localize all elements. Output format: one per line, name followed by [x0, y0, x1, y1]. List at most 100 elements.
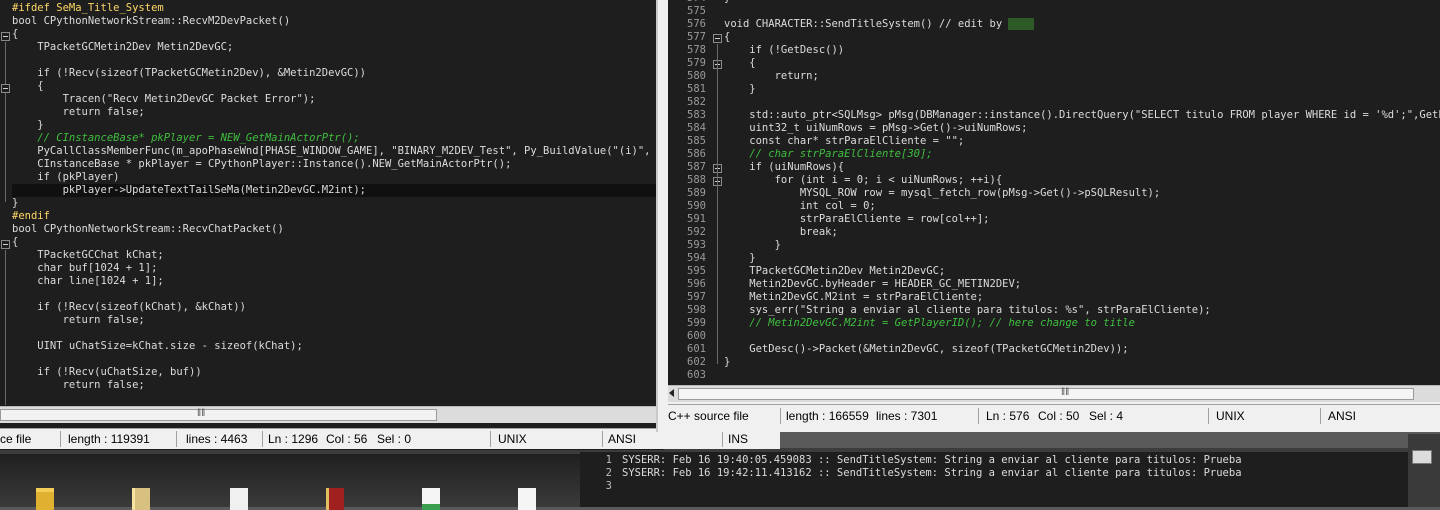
right-scroll-thumb[interactable]: ‖‖: [678, 387, 1414, 400]
scroll-left-arrow-icon[interactable]: [669, 389, 674, 397]
right-code-line: void CHARACTER::SendTitleSystem() // edi…: [724, 18, 1034, 31]
console-side-panel: [1408, 434, 1440, 507]
left-scroll-thumb[interactable]: ‖‖: [0, 408, 437, 421]
right-code-line: GetDesc()->Packet(&Metin2DevGC, sizeof(T…: [724, 343, 1129, 355]
left-code-line: [12, 288, 660, 301]
left-code-line: }: [12, 197, 19, 209]
console-line-number: 1: [605, 454, 612, 466]
selection-count: Sel : 4: [1089, 409, 1124, 423]
left-code-line: [12, 54, 660, 67]
left-code-line: }: [12, 119, 44, 131]
left-code-line: bool CPythonNetworkStream::RecvChatPacke…: [12, 223, 284, 235]
left-code-line: #endif: [12, 210, 50, 222]
file-type: C++ source file: [668, 409, 749, 423]
left-code-line: [12, 353, 660, 366]
right-code-line: }: [724, 83, 756, 95]
line-number: 591: [687, 213, 706, 225]
line-number: 602: [687, 356, 706, 368]
left-code-line: return false;: [12, 379, 145, 391]
right-code-line: return;: [724, 70, 819, 82]
left-fold-margin: [0, 2, 12, 405]
line-number: 603: [687, 369, 706, 381]
right-code-line: Metin2DevGC.byHeader = HEADER_GC_METIN2D…: [724, 278, 1022, 290]
right-code-line: // char strParaElCliente[30];: [724, 148, 933, 160]
right-code-line: {: [724, 57, 756, 69]
encoding: ANSI: [608, 432, 637, 446]
fold-guide: [717, 44, 718, 364]
console-line-text: SYSERR: Feb 16 19:42:11.413162 :: SendTi…: [622, 467, 1242, 479]
cursor-line: Ln : 576: [986, 409, 1030, 423]
left-code-line: char buf[1024 + 1];: [12, 262, 158, 274]
selection-count: Sel : 0: [377, 432, 412, 446]
line-number: 581: [687, 83, 706, 95]
scroll-grip-icon: ‖‖: [197, 408, 206, 419]
left-horizontal-scrollbar[interactable]: ‖‖: [0, 406, 660, 423]
line-number: 596: [687, 278, 706, 290]
left-code-line: CInstanceBase * pkPlayer = CPythonPlayer…: [12, 158, 512, 170]
file-length: length : 166559: [786, 409, 869, 423]
right-code-line: }: [724, 252, 756, 264]
cursor-col: Col : 56: [326, 432, 368, 446]
fold-guide: [5, 250, 6, 405]
console-scroll-button[interactable]: [1412, 450, 1432, 464]
line-number: 595: [687, 265, 706, 277]
right-code-line: Metin2DevGC.M2int = strParaElCliente;: [724, 291, 984, 303]
fold-toggle-icon[interactable]: [713, 34, 722, 43]
eol-format: UNIX: [1216, 409, 1245, 423]
line-number: 599: [687, 317, 706, 329]
console-line-number: 3: [605, 480, 612, 492]
right-code-line: uint32_t uiNumRows = pMsg->Get()->uiNumR…: [724, 122, 1028, 134]
desktop-icons-area: [0, 454, 580, 510]
line-number: 579: [687, 57, 706, 69]
line-number: 601: [687, 343, 706, 355]
line-number: 583: [687, 109, 706, 121]
left-code-line: {: [12, 28, 19, 40]
right-code-line: sys_err("String a enviar al cliente para…: [724, 304, 1211, 316]
left-code-line: return false;: [12, 106, 145, 118]
right-code-line: const char* strParaElCliente = "";: [724, 135, 965, 147]
left-code-line: pkPlayer->UpdateTextTailSeMa(Metin2DevGC…: [12, 184, 660, 197]
fold-toggle-icon[interactable]: [1, 240, 10, 249]
line-number: 577: [687, 31, 706, 43]
fold-toggle-icon[interactable]: [1, 32, 10, 41]
line-number: 592: [687, 226, 706, 238]
right-code-area[interactable]: 574}575576void CHARACTER::SendTitleSyste…: [668, 0, 1440, 385]
line-number: 578: [687, 44, 706, 56]
right-code-line: if (uiNumRows){: [724, 161, 845, 173]
right-status-bar: C++ source file length : 166559 lines : …: [668, 404, 1440, 428]
right-code-line: std::auto_ptr<SQLMsg> pMsg(DBManager::in…: [724, 109, 1440, 121]
fold-toggle-icon[interactable]: [1, 84, 10, 93]
right-code-line: {: [724, 31, 731, 43]
left-code-line: return false;: [12, 314, 145, 326]
right-code-line: TPacketGCMetin2Dev Metin2DevGC;: [724, 265, 946, 277]
line-number: 589: [687, 187, 706, 199]
file-type: ce file: [0, 432, 32, 446]
line-number: 582: [687, 96, 706, 108]
fold-guide: [5, 42, 6, 202]
left-code-line: // CInstanceBase* pkPlayer = NEW_GetMain…: [12, 132, 360, 144]
left-code-area[interactable]: #ifdef SeMa_Title_Systembool CPythonNetw…: [0, 2, 660, 405]
line-number: 598: [687, 304, 706, 316]
scroll-grip-icon: ‖‖: [1061, 387, 1070, 398]
cursor-col: Col : 50: [1038, 409, 1080, 423]
console-output[interactable]: 1 SYSERR: Feb 16 19:40:05.459083 :: SendT…: [580, 452, 1408, 507]
right-code-line: // Metin2DevGC.M2int = GetPlayerID(); //…: [724, 317, 1135, 329]
left-code-line: if (!Recv(sizeof(kChat), &kChat)): [12, 301, 246, 313]
right-code-line: if (!GetDesc()): [724, 44, 845, 56]
right-code-line: break;: [724, 226, 838, 238]
console-line-number: 2: [605, 467, 612, 479]
insert-mode: INS: [728, 432, 749, 446]
line-number: 575: [687, 5, 706, 17]
left-code-line: {: [12, 236, 19, 248]
right-code-line: }: [724, 0, 730, 5]
eol-format: UNIX: [498, 432, 527, 446]
cursor-line: Ln : 1296: [268, 432, 319, 446]
left-code-line: #ifdef SeMa_Title_System: [12, 2, 164, 14]
left-code-line: PyCallClassMemberFunc(m_apoPhaseWnd[PHAS…: [12, 145, 660, 157]
right-code-line: int col = 0;: [724, 200, 876, 212]
line-number: 588: [687, 174, 706, 186]
right-horizontal-scrollbar[interactable]: ‖‖: [668, 385, 1440, 402]
line-number: 594: [687, 252, 706, 264]
right-code-line: strParaElCliente = row[col++];: [724, 213, 990, 225]
left-code-line: TPacketGCMetin2Dev Metin2DevGC;: [12, 41, 234, 53]
